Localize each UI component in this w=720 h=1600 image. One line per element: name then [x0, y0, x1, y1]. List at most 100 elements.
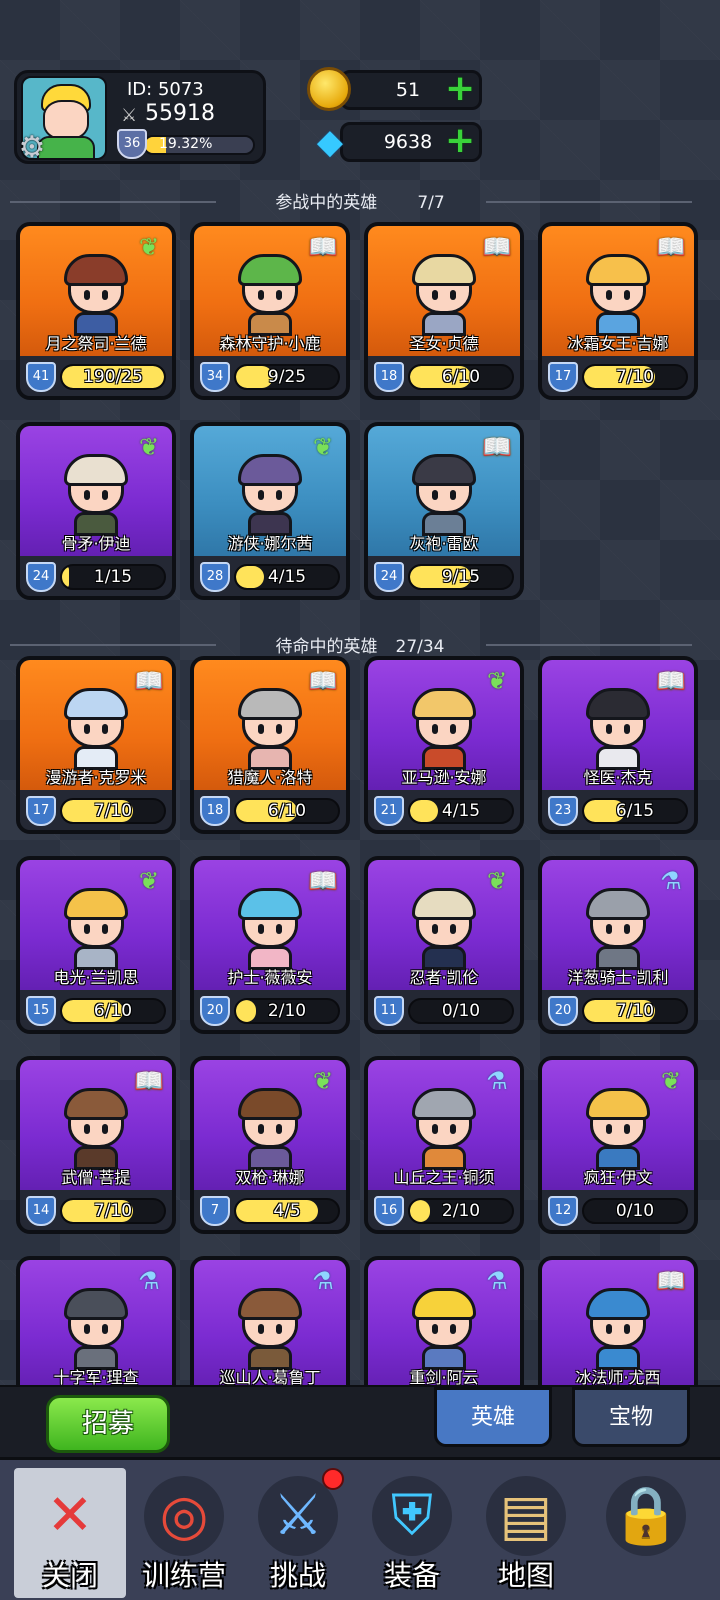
hero-card[interactable]: ❦ 游侠·娜尔茜 28 4/15 — [190, 422, 350, 600]
hero-name: 猎魔人·洛特 — [227, 768, 313, 787]
hero-level-badge: 20 — [548, 996, 578, 1026]
hero-name: 山丘之王·铜须 — [393, 1168, 495, 1187]
recruit-bar: 招募 英雄 宝物 — [0, 1385, 720, 1457]
shard-progress-text: 0/10 — [441, 1001, 481, 1021]
hero-card-footer: 18 6/10 — [368, 356, 520, 396]
hero-card[interactable]: ❦ 亚马逊·安娜 21 4/15 — [364, 656, 524, 834]
book-icon: 📖 — [656, 667, 686, 695]
hero-level-badge: 28 — [200, 562, 230, 592]
hero-art: ❦ 亚马逊·安娜 — [368, 660, 520, 790]
shard-progress-bar: 4/5 — [234, 1198, 340, 1224]
recruit-button[interactable]: 招募 — [46, 1395, 170, 1453]
hero-name: 疯狂·伊文 — [583, 1168, 653, 1187]
wing-icon: ❦ — [138, 433, 160, 461]
hero-art: ❦ 骨矛·伊迪 — [20, 426, 172, 556]
hero-card[interactable]: 📖 武僧·菩提 14 7/10 — [16, 1056, 176, 1234]
settings-gear-icon[interactable]: ⚙ — [15, 131, 49, 165]
hero-card[interactable]: 📖 森林守护·小鹿 34 9/25 — [190, 222, 350, 400]
hero-art: ❦ 忍者·凯伦 — [368, 860, 520, 990]
hero-card[interactable]: 📖 猎魔人·洛特 18 6/10 — [190, 656, 350, 834]
nav-map[interactable]: ▤ 地图 — [470, 1468, 582, 1598]
book-icon: 📖 — [482, 433, 512, 461]
shard-progress-text: 190/25 — [83, 367, 143, 387]
hero-card[interactable]: ❦ 疯狂·伊文 12 0/10 — [538, 1056, 698, 1234]
nav-close[interactable]: ✕ 关闭 — [14, 1468, 126, 1598]
shard-progress-bar: 7/10 — [582, 998, 688, 1024]
hero-card[interactable]: 📖 护士·薇薇安 20 2/10 — [190, 856, 350, 1034]
nav-equipment-label: 装备 — [383, 1559, 440, 1592]
nav-locked[interactable]: 🔒 — [590, 1468, 702, 1598]
nav-training-label: 训练营 — [141, 1559, 226, 1592]
hero-card[interactable]: ❦ 骨矛·伊迪 24 1/15 — [16, 422, 176, 600]
hero-name: 护士·薇薇安 — [227, 968, 313, 987]
hero-card-footer: 15 6/10 — [20, 990, 172, 1030]
wing-icon: ❦ — [486, 667, 508, 695]
hero-card[interactable]: ❦ 月之祭司·兰德 41 190/25 — [16, 222, 176, 400]
hero-card-footer: 18 6/10 — [194, 790, 346, 830]
hero-card-footer: 11 0/10 — [368, 990, 520, 1030]
hero-portrait — [582, 252, 654, 336]
hero-card-footer: 24 9/15 — [368, 556, 520, 596]
hero-name: 月之祭司·兰德 — [45, 334, 147, 353]
hero-card-footer: 17 7/10 — [542, 356, 694, 396]
tab-hero[interactable]: 英雄 — [434, 1387, 552, 1447]
hero-card[interactable]: 📖 灰袍·雷欧 24 9/15 — [364, 422, 524, 600]
hero-art: ❦ 电光·兰凯思 — [20, 860, 172, 990]
hero-art: 📖 森林守护·小鹿 — [194, 226, 346, 356]
nav-map-label: 地图 — [497, 1559, 554, 1592]
hero-card[interactable]: ⚗ 洋葱骑士·凯利 20 7/10 — [538, 856, 698, 1034]
active-heroes-title: 参战中的英雄 — [275, 193, 378, 213]
hero-art: 📖 护士·薇薇安 — [194, 860, 346, 990]
hero-portrait — [582, 1286, 654, 1370]
hero-portrait — [60, 686, 132, 770]
hero-level-badge: 11 — [374, 996, 404, 1026]
hero-card-footer: 7 4/5 — [194, 1190, 346, 1230]
shard-progress-text: 9/25 — [267, 367, 307, 387]
nav-equipment[interactable]: ⛨ 装备 — [356, 1468, 468, 1598]
hero-art: 📖 漫游者·克罗米 — [20, 660, 172, 790]
xp-bar: 19.32% — [143, 135, 255, 155]
hero-card[interactable]: ❦ 忍者·凯伦 11 0/10 — [364, 856, 524, 1034]
player-profile[interactable]: ⚙ ID: 5073 ⚔ 55918 19.32% 36 — [14, 70, 266, 165]
nav-challenge[interactable]: ⚔ 挑战 — [242, 1468, 354, 1598]
add-gems-button[interactable]: + — [445, 123, 475, 159]
hero-portrait — [408, 1086, 480, 1170]
hero-level-badge: 23 — [548, 796, 578, 826]
hero-card[interactable]: ⚗ 山丘之王·铜须 16 2/10 — [364, 1056, 524, 1234]
add-gold-button[interactable]: + — [445, 71, 475, 107]
shard-progress-text: 2/10 — [267, 1001, 307, 1021]
hero-portrait — [408, 252, 480, 336]
shard-progress-text: 4/5 — [273, 1201, 301, 1221]
book-icon: 📖 — [308, 667, 338, 695]
tab-treasure[interactable]: 宝物 — [572, 1387, 690, 1447]
hero-card-footer: 41 190/25 — [20, 356, 172, 396]
hero-card[interactable]: ❦ 电光·兰凯思 15 6/10 — [16, 856, 176, 1034]
hero-level-badge: 12 — [548, 1196, 578, 1226]
shard-progress-bar: 6/15 — [582, 798, 688, 824]
hero-card[interactable]: 📖 圣女·贞德 18 6/10 — [364, 222, 524, 400]
hero-name: 亚马逊·安娜 — [401, 768, 487, 787]
book-icon: 📖 — [656, 233, 686, 261]
nav-training-camp[interactable]: ◎ 训练营 — [128, 1468, 240, 1598]
book-icon: 📖 — [656, 1267, 686, 1295]
hero-level-badge: 18 — [200, 796, 230, 826]
hero-card[interactable]: 📖 怪医·杰克 23 6/15 — [538, 656, 698, 834]
shard-progress-text: 6/10 — [441, 367, 481, 387]
potion-icon: ⚗ — [138, 1267, 160, 1295]
shard-progress-bar: 2/10 — [408, 1198, 514, 1224]
target-icon: ◎ — [144, 1476, 224, 1556]
book-icon: 📖 — [134, 1067, 164, 1095]
hero-card[interactable]: 📖 冰霜女王·吉娜 17 7/10 — [538, 222, 698, 400]
active-heroes-count: 7/7 — [417, 193, 445, 213]
hero-art: 📖 圣女·贞德 — [368, 226, 520, 356]
hero-card[interactable]: ❦ 双枪·琳娜 7 4/5 — [190, 1056, 350, 1234]
hero-portrait — [582, 886, 654, 970]
hero-card[interactable]: 📖 漫游者·克罗米 17 7/10 — [16, 656, 176, 834]
hero-portrait — [408, 1286, 480, 1370]
hero-art: 📖 冰霜女王·吉娜 — [542, 226, 694, 356]
gem-counter: ◆ 9638 + — [317, 122, 482, 162]
hero-portrait — [234, 886, 306, 970]
diamond-icon: ◆ — [316, 122, 344, 162]
player-power: 55918 — [145, 101, 215, 126]
hero-portrait — [234, 452, 306, 536]
